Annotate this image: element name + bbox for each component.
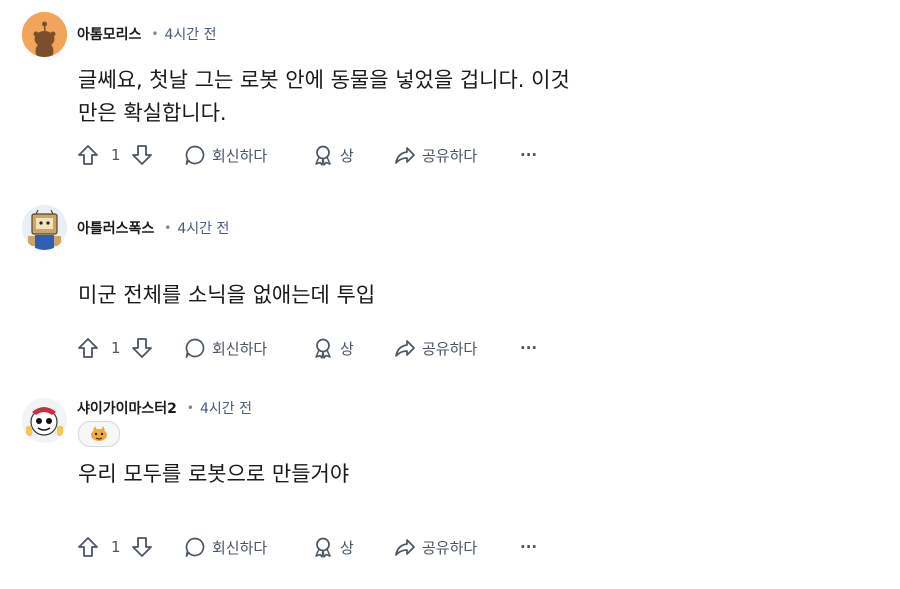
comment-actions: 1 회신하다 상 공유하다 ···	[76, 141, 556, 169]
downvote-icon	[132, 338, 152, 358]
comment-body: 글쎄요, 첫날 그는 로봇 안에 동물을 넣었을 겁니다. 이것 만은 확실합니…	[78, 64, 570, 130]
share-label: 공유하다	[422, 146, 478, 165]
more-icon: ···	[520, 538, 538, 556]
upvote-icon	[78, 338, 98, 358]
downvote-button[interactable]	[130, 334, 154, 362]
share-icon	[395, 147, 415, 164]
upvote-icon	[78, 537, 98, 557]
user-flair-badge	[78, 421, 120, 447]
comment-text-line: 미군 전체를 소닉을 없애는데 투입	[78, 283, 376, 307]
share-button[interactable]: 공유하다	[394, 533, 477, 561]
award-label: 상	[340, 146, 354, 165]
share-label: 공유하다	[422, 538, 478, 557]
character-avatar-icon	[22, 398, 67, 443]
reply-label: 회신하다	[212, 146, 268, 165]
award-button[interactable]: 상	[312, 141, 354, 169]
award-label: 상	[340, 339, 354, 358]
timestamp[interactable]: 4시간 전	[177, 218, 229, 238]
award-icon	[315, 537, 331, 558]
timestamp[interactable]: 4시간 전	[164, 24, 216, 44]
comment-icon	[185, 537, 205, 557]
snoo-avatar-icon	[22, 12, 67, 57]
reply-label: 회신하다	[212, 339, 268, 358]
upvote-icon	[78, 145, 98, 165]
reply-button[interactable]: 회신하다	[184, 334, 267, 362]
share-label: 공유하다	[422, 339, 478, 358]
comment-actions: 1 회신하다 상 공유하다 ···	[76, 334, 556, 362]
downvote-icon	[132, 537, 152, 557]
username[interactable]: 아틀러스폭스	[77, 218, 154, 238]
comment-body: 미군 전체를 소닉을 없애는데 투입	[78, 279, 375, 312]
award-label: 상	[340, 538, 354, 557]
separator-dot: •	[164, 221, 172, 235]
comment-meta: 아톰모리스 • 4시간 전	[77, 24, 216, 44]
more-options-button[interactable]: ···	[520, 334, 537, 362]
avatar[interactable]	[22, 12, 67, 57]
comment-icon	[185, 145, 205, 165]
reply-button[interactable]: 회신하다	[184, 141, 267, 169]
vote-count: 1	[111, 146, 121, 164]
reply-label: 회신하다	[212, 538, 268, 557]
vote-count: 1	[111, 339, 121, 357]
comment-actions: 1 회신하다 상 공유하다 ···	[76, 533, 556, 561]
comment-text-line: 글쎄요, 첫날 그는 로봇 안에 동물을 넣었을 겁니다. 이것	[78, 68, 570, 92]
upvote-button[interactable]	[76, 141, 100, 169]
comment-text-line: 우리 모두를 로봇으로 만들거야	[78, 462, 350, 486]
award-button[interactable]: 상	[312, 533, 354, 561]
upvote-button[interactable]	[76, 334, 100, 362]
comment-text-line: 만은 확실합니다.	[78, 101, 227, 125]
username[interactable]: 샤이가이마스터2	[77, 398, 177, 418]
share-button[interactable]: 공유하다	[394, 334, 477, 362]
robot-avatar-icon	[22, 205, 67, 250]
separator-dot: •	[186, 401, 194, 415]
award-icon	[315, 145, 331, 166]
comment-meta: 샤이가이마스터2 • 4시간 전	[77, 398, 252, 418]
upvote-button[interactable]	[76, 533, 100, 561]
username[interactable]: 아톰모리스	[77, 24, 141, 44]
comment-meta: 아틀러스폭스 • 4시간 전	[77, 218, 229, 238]
avatar[interactable]	[22, 205, 67, 250]
avatar[interactable]	[22, 398, 67, 443]
downvote-button[interactable]	[130, 533, 154, 561]
more-icon: ···	[520, 146, 538, 164]
downvote-icon	[132, 145, 152, 165]
downvote-button[interactable]	[130, 141, 154, 169]
share-icon	[395, 340, 415, 357]
more-options-button[interactable]: ···	[520, 141, 537, 169]
timestamp[interactable]: 4시간 전	[200, 398, 252, 418]
reply-button[interactable]: 회신하다	[184, 533, 267, 561]
flair-emoji-icon	[91, 426, 107, 441]
vote-count: 1	[111, 538, 121, 556]
comment-body: 우리 모두를 로봇으로 만들거야	[78, 458, 349, 491]
award-icon	[315, 338, 331, 359]
share-button[interactable]: 공유하다	[394, 141, 477, 169]
more-options-button[interactable]: ···	[520, 533, 537, 561]
award-button[interactable]: 상	[312, 334, 354, 362]
share-icon	[395, 539, 415, 556]
more-icon: ···	[520, 339, 538, 357]
comment-icon	[185, 338, 205, 358]
separator-dot: •	[151, 27, 159, 41]
